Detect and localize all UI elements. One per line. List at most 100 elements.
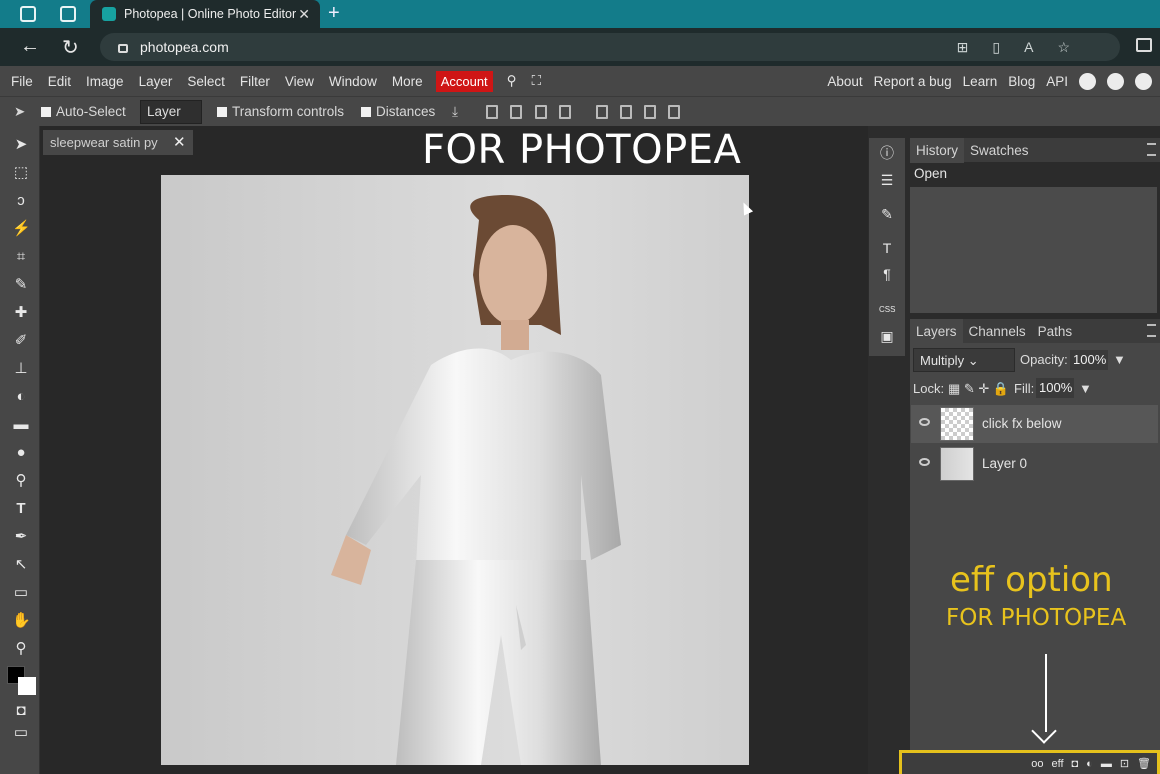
- new-tab-button[interactable]: +: [328, 2, 340, 25]
- screen-mode-icon[interactable]: ▭: [12, 724, 30, 742]
- reading-view-icon[interactable]: ▯: [992, 39, 1000, 56]
- menu-window[interactable]: Window: [329, 74, 377, 89]
- menu-file[interactable]: File: [11, 74, 33, 89]
- lasso-tool-icon[interactable]: ↄ: [12, 192, 30, 210]
- panel-menu-icon[interactable]: [1147, 143, 1156, 156]
- search-icon[interactable]: ⚲: [507, 73, 517, 89]
- dodge-tool-icon[interactable]: ⚲: [12, 472, 30, 490]
- panel-menu-icon[interactable]: [1147, 324, 1156, 337]
- image-canvas[interactable]: [161, 175, 749, 765]
- lock-options-icons[interactable]: ▦ ✎ ✛ 🔒: [948, 381, 1009, 397]
- stamp-tool-icon[interactable]: ⊥: [12, 360, 30, 378]
- align-center-icon[interactable]: [510, 105, 522, 119]
- gradient-tool-icon[interactable]: ▬: [12, 416, 30, 434]
- browser-tab[interactable]: Photopea | Online Photo Editor ✕: [90, 0, 320, 28]
- layer-select-dropdown[interactable]: Layer ⌄: [140, 100, 202, 134]
- quick-mask-icon[interactable]: ◘: [12, 702, 30, 720]
- split-screen-icon[interactable]: [1136, 38, 1152, 52]
- blend-mode-dropdown[interactable]: Multiply ⌄: [913, 348, 1015, 372]
- tab-layers[interactable]: Layers: [910, 318, 963, 344]
- type-tool-icon[interactable]: T: [12, 500, 30, 518]
- css-icon[interactable]: CSS: [879, 302, 895, 318]
- healing-brush-icon[interactable]: ✚: [12, 304, 30, 322]
- tab-swatches[interactable]: Swatches: [964, 138, 1035, 163]
- download-icon[interactable]: ⤓: [452, 104, 458, 120]
- brush-settings-icon[interactable]: ✎: [879, 206, 895, 222]
- paragraph-icon[interactable]: ¶: [879, 266, 895, 282]
- tab-paths[interactable]: Paths: [1032, 319, 1079, 344]
- link-api[interactable]: API: [1046, 74, 1068, 89]
- delete-layer-icon[interactable]: 🗑: [1137, 757, 1151, 770]
- fullscreen-icon[interactable]: ⛶: [532, 73, 541, 89]
- blur-tool-icon[interactable]: ●: [12, 444, 30, 462]
- tab-channels[interactable]: Channels: [963, 319, 1032, 344]
- align-middle-icon[interactable]: [620, 105, 632, 119]
- new-layer-icon[interactable]: ⊡: [1120, 757, 1129, 770]
- brush-tool-icon[interactable]: ✐: [12, 332, 30, 350]
- marquee-tool-icon[interactable]: ⬚: [12, 164, 30, 182]
- image-icon[interactable]: ▣: [879, 328, 895, 344]
- effects-icon[interactable]: eff: [1051, 758, 1063, 770]
- align-top-icon[interactable]: [596, 105, 608, 119]
- adjustments-icon[interactable]: ☰: [879, 172, 895, 188]
- info-icon[interactable]: ⓘ: [879, 145, 895, 161]
- menu-more[interactable]: More: [392, 74, 423, 89]
- path-select-icon[interactable]: ↖: [12, 556, 30, 574]
- fill-dropdown-icon[interactable]: ▼: [1079, 381, 1092, 396]
- menu-view[interactable]: View: [285, 74, 314, 89]
- reload-icon[interactable]: ↻: [62, 35, 79, 60]
- visibility-eye-icon[interactable]: [919, 458, 930, 466]
- document-close-icon[interactable]: ✕: [173, 133, 186, 151]
- link-report-bug[interactable]: Report a bug: [874, 74, 952, 89]
- menu-image[interactable]: Image: [86, 74, 124, 89]
- history-item[interactable]: Open: [910, 162, 1160, 184]
- menu-filter[interactable]: Filter: [240, 74, 270, 89]
- tab-close-icon[interactable]: ✕: [298, 6, 310, 23]
- apps-icon[interactable]: ⊞: [957, 39, 969, 56]
- reddit-icon[interactable]: [1079, 72, 1096, 90]
- adjustment-layer-icon[interactable]: ◐: [1086, 758, 1093, 770]
- tab-history[interactable]: History: [910, 137, 965, 163]
- align-bottom-icon[interactable]: [644, 105, 656, 119]
- opacity-field[interactable]: 100%: [1070, 350, 1108, 370]
- workspaces-icon[interactable]: [20, 6, 36, 22]
- layer-row-layer-0[interactable]: Layer 0: [911, 445, 1158, 483]
- eyedropper-icon[interactable]: ✎: [12, 276, 30, 294]
- layer-row-click-fx-below[interactable]: click fx below: [911, 405, 1158, 443]
- back-arrow-icon[interactable]: ←: [20, 35, 40, 58]
- auto-select-checkbox[interactable]: Auto-Select: [41, 104, 126, 119]
- twitter-icon[interactable]: [1107, 72, 1124, 90]
- distribute-icon[interactable]: [559, 105, 571, 119]
- document-tab[interactable]: sleepwear satin py: [43, 130, 193, 155]
- pen-tool-icon[interactable]: ✒: [12, 528, 30, 546]
- link-layers-icon[interactable]: oo: [1031, 758, 1043, 770]
- read-aloud-icon[interactable]: A: [1024, 39, 1033, 55]
- opacity-dropdown-icon[interactable]: ▼: [1113, 352, 1126, 367]
- link-about[interactable]: About: [827, 74, 862, 89]
- new-group-icon[interactable]: ▬: [1101, 758, 1112, 770]
- eraser-tool-icon[interactable]: ◐: [12, 388, 30, 406]
- distribute-vertical-icon[interactable]: [668, 105, 680, 119]
- character-icon[interactable]: T: [879, 240, 895, 256]
- magic-wand-icon[interactable]: ⚡: [12, 220, 31, 238]
- account-button[interactable]: Account: [435, 70, 493, 92]
- favorite-star-icon[interactable]: ☆: [1057, 39, 1070, 56]
- fill-field[interactable]: 100%: [1036, 378, 1074, 398]
- facebook-icon[interactable]: [1135, 72, 1152, 90]
- distances-checkbox[interactable]: Distances: [361, 104, 435, 119]
- menu-select[interactable]: Select: [187, 74, 225, 89]
- shape-tool-icon[interactable]: ▭: [12, 584, 30, 602]
- hand-tool-icon[interactable]: ✋: [12, 612, 31, 630]
- zoom-tool-icon[interactable]: ⚲: [12, 640, 30, 658]
- add-mask-icon[interactable]: ◘: [1072, 758, 1079, 770]
- move-tool-icon[interactable]: ➤: [12, 136, 30, 154]
- visibility-eye-icon[interactable]: [919, 418, 930, 426]
- transform-controls-checkbox[interactable]: Transform controls: [217, 104, 344, 119]
- url-field[interactable]: photopea.com ⊞ ▯ A ☆: [100, 33, 1120, 61]
- menu-edit[interactable]: Edit: [48, 74, 71, 89]
- background-color-swatch[interactable]: [18, 677, 36, 695]
- align-right-icon[interactable]: [535, 105, 547, 119]
- menu-layer[interactable]: Layer: [139, 74, 173, 89]
- link-blog[interactable]: Blog: [1008, 74, 1035, 89]
- align-left-icon[interactable]: [486, 105, 498, 119]
